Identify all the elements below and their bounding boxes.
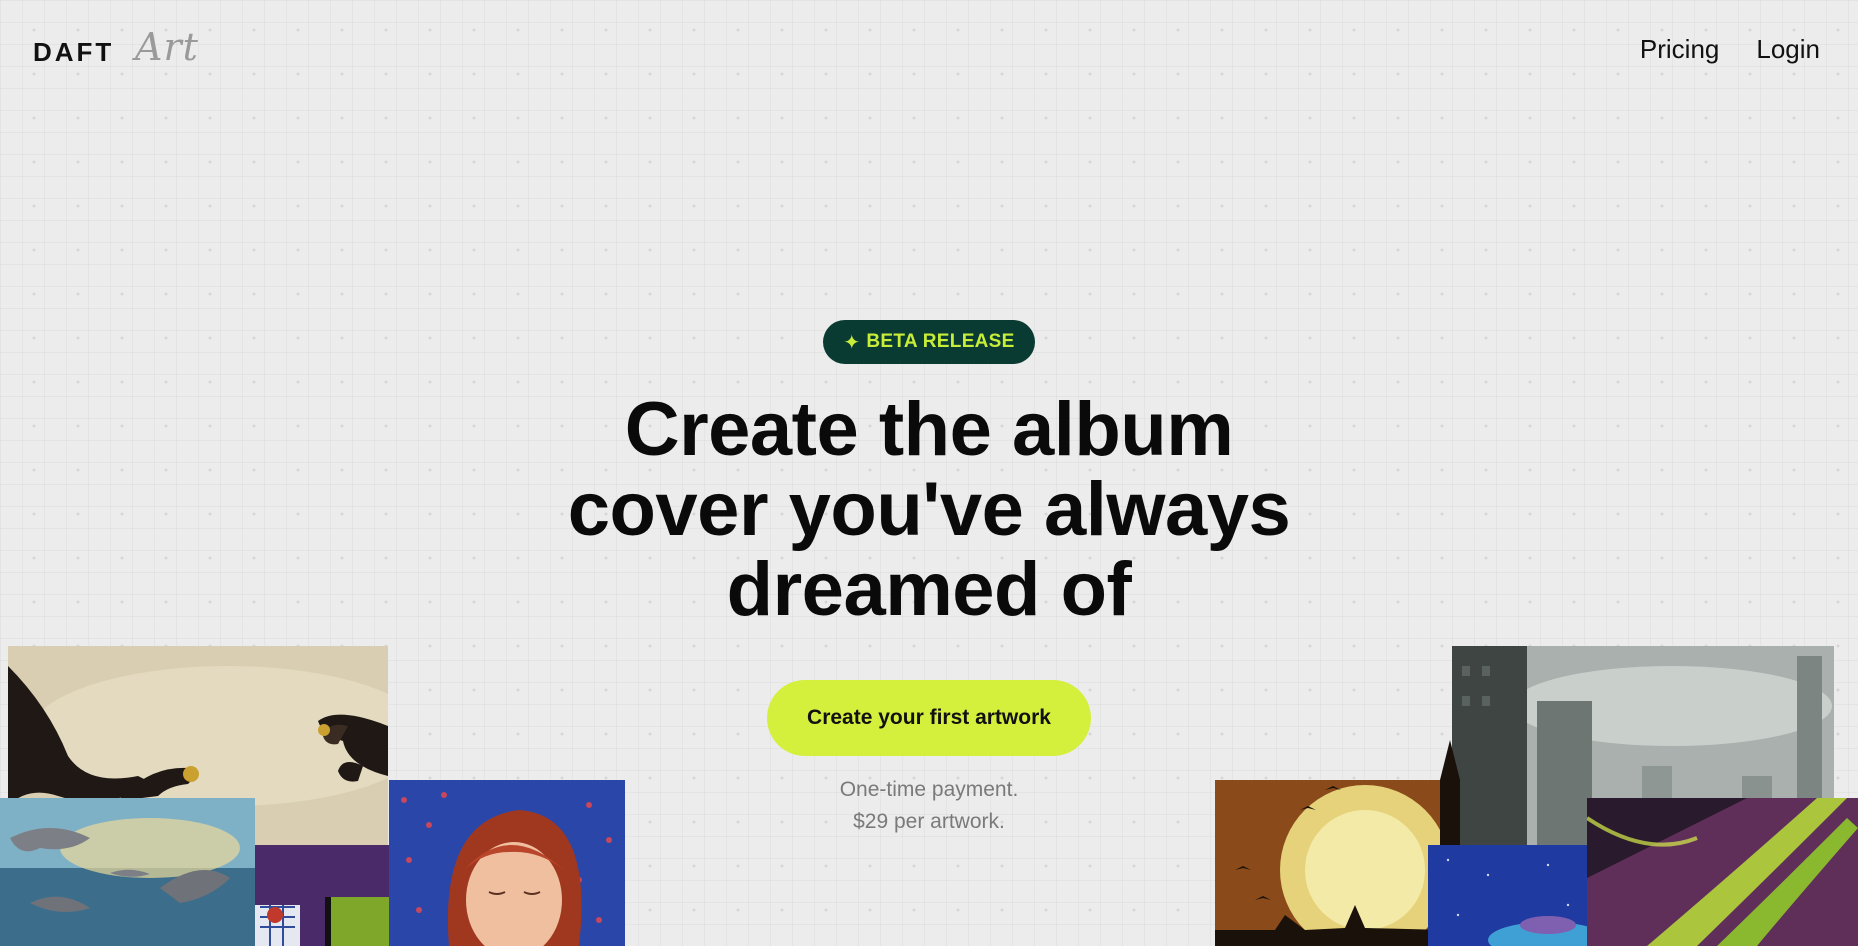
artwork-spire: [1430, 740, 1470, 850]
price-line-2: $29 per artwork.: [853, 810, 1005, 833]
main-nav: Pricing Login: [1640, 34, 1820, 65]
sparkle-icon: ✦: [843, 331, 861, 354]
artwork-space-ship: [1428, 845, 1588, 946]
nav-login[interactable]: Login: [1756, 34, 1820, 65]
artwork-dolphins: [0, 798, 255, 946]
beta-badge: ✦ BETA RELEASE: [823, 320, 1035, 364]
header: DAFT Art Pricing Login: [0, 0, 1858, 100]
artwork-moon-castle: [1215, 780, 1447, 946]
artwork-girl-portrait: [389, 780, 625, 946]
logo-wordmark: DAFT: [33, 37, 115, 67]
nav-pricing[interactable]: Pricing: [1640, 34, 1719, 65]
logo[interactable]: DAFT Art: [33, 25, 213, 75]
create-artwork-button[interactable]: Create your first artwork: [767, 680, 1091, 756]
logo-script: Art: [135, 25, 199, 69]
artwork-green-aurora: [1587, 798, 1858, 946]
price-line-1: One-time payment.: [839, 778, 1019, 801]
pricing-note: One-time payment. $29 per artwork.: [840, 774, 1019, 838]
hero-headline: Create the album cover you've always dre…: [567, 387, 1291, 632]
badge-label: BETA RELEASE: [866, 331, 1015, 352]
